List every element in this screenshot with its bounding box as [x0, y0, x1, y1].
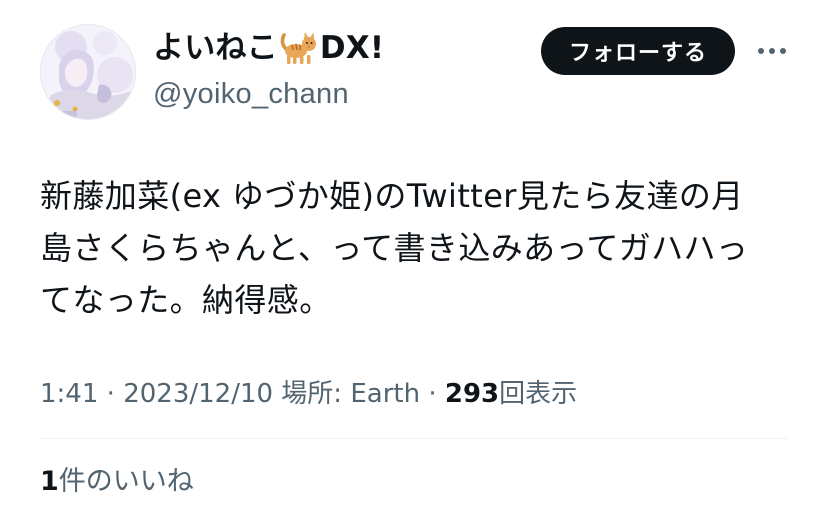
meta-separator: ·: [420, 379, 445, 409]
views-count: 293: [444, 379, 500, 409]
tweet-location[interactable]: 場所: Earth: [273, 379, 420, 409]
avatar[interactable]: [40, 24, 136, 120]
tweet-text-line: 新藤加菜(ex ゆづか姫)のTwitter見たら友達の月: [40, 177, 744, 215]
follow-button[interactable]: フォローする: [541, 27, 735, 75]
more-dots-icon: [758, 48, 786, 54]
likes-label: 件のいいね: [58, 466, 194, 497]
tweet-text-line: 島さくらちゃんと、って書き込みあってガハハっ: [40, 229, 749, 267]
display-name[interactable]: よいねこ DX!: [153, 28, 384, 68]
divider: [40, 438, 788, 439]
tweet-detail: よいねこ DX! @yoiko_chann フォローする 新藤加菜(ex ゆづか…: [0, 0, 828, 518]
meta-separator: ·: [98, 379, 124, 409]
cat-emoji-icon: [280, 31, 318, 65]
avatar-illustration: [41, 25, 135, 119]
tweet-text-line: てなった。納得感。: [40, 281, 332, 319]
display-name-suffix: DX!: [319, 30, 385, 66]
tweet-time[interactable]: 1:41: [40, 379, 98, 409]
tweet-text: 新藤加菜(ex ゆづか姫)のTwitter見たら友達の月 島さくらちゃんと、って…: [40, 170, 792, 326]
user-names: よいねこ DX! @yoiko_chann: [153, 28, 384, 114]
likes-count: 1: [40, 466, 59, 497]
likes-summary[interactable]: 1件のいいね: [40, 462, 194, 502]
more-options-button[interactable]: [755, 36, 789, 66]
tweet-meta: 1:41 · 2023/12/10 場所: Earth · 293回表示: [40, 374, 577, 414]
display-name-prefix: よいねこ: [153, 30, 278, 66]
views-label: 回表示: [499, 379, 578, 409]
tweet-date[interactable]: 2023/12/10: [123, 379, 273, 409]
user-handle[interactable]: @yoiko_chann: [153, 74, 384, 114]
